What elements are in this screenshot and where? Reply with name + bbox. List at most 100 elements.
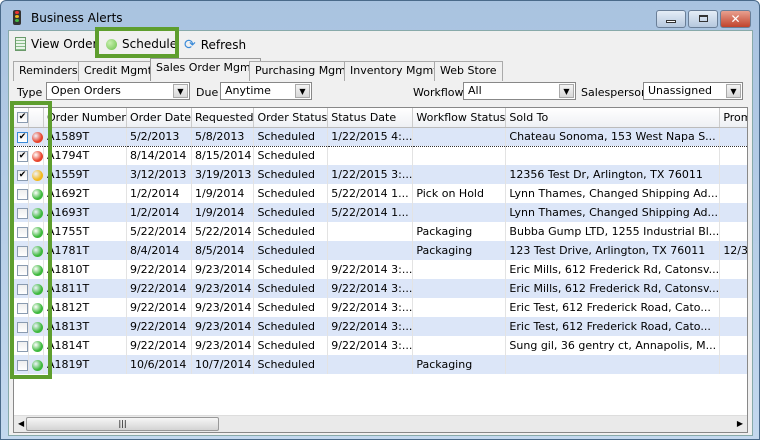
cell-status-date [327,146,414,165]
cell-status-date: 9/22/2014 3:... [327,317,414,336]
cell-sold-to: Bubba Gump LTD, 1255 Industrial Bl... [505,222,721,241]
refresh-button[interactable]: ⟳ Refresh [184,37,246,53]
cell-order-status: Scheduled [253,146,329,165]
cell-requested: 9/23/2014 [191,279,255,298]
salesperson-label: Salesperson [581,86,648,99]
tab-sales-order-mgmt[interactable]: Sales Order Mgmt [150,58,262,81]
cell-order-date: 10/6/2014 [126,355,193,374]
cell-order-date: 9/22/2014 [126,298,193,317]
cell-requested: 1/9/2014 [191,184,255,203]
column-header[interactable]: Sold To [505,108,721,128]
cell-order-date: 9/22/2014 [126,317,193,336]
cell-workflow-status: Packaging [412,222,507,241]
orders-table: ✔ Order Number Order Date Requested Order St… [14,108,747,374]
close-button[interactable]: ✕ [720,10,751,28]
cell-order-date: 5/22/2014 [126,222,193,241]
table-row[interactable]: A1781T 8/4/2014 8/5/2014 Scheduled Packaging… [14,241,747,260]
cell-order-number: A1810T [43,260,127,279]
due-select[interactable]: Anytime ▼ [220,82,312,100]
cell-order-status: Scheduled [253,203,329,222]
cell-order-date: 9/22/2014 [126,336,193,355]
cell-status-date: 9/22/2014 3:... [327,336,414,355]
cell-order-number: A1794T [43,146,127,165]
cell-prom [719,336,747,355]
tab-inventory-mgmt[interactable]: Inventory Mgmt [344,61,444,81]
cell-sold-to [505,355,721,374]
cell-order-status: Scheduled [253,222,329,241]
table-row[interactable]: A1755T 5/22/2014 5/22/2014 Scheduled Packagi… [14,222,747,241]
table-row[interactable]: ✔ A1559T 3/12/2013 3/19/2013 Scheduled 1/22/2… [14,165,747,184]
traffic-light-icon [13,10,21,25]
cell-order-date: 9/22/2014 [126,260,193,279]
salesperson-select[interactable]: Unassigned ▼ [643,82,743,100]
cell-status-date: 9/22/2014 3:... [327,298,414,317]
minimize-button[interactable] [656,10,686,28]
cell-status-date [327,355,414,374]
tab-purchasing-mgmt[interactable]: Purchasing Mgmt [249,61,357,81]
column-header[interactable]: Order Date [126,108,193,128]
cell-requested: 9/23/2014 [191,336,255,355]
table-row[interactable]: A1819T 10/6/2014 10/7/2014 Scheduled Packagi… [14,355,747,374]
table-row[interactable]: A1813T 9/22/2014 9/23/2014 Scheduled 9/22/20… [14,317,747,336]
column-header[interactable]: Order Number [43,108,127,128]
column-header[interactable]: Order Status [253,108,329,128]
cell-prom [719,279,747,298]
workflow-select[interactable]: All ▼ [463,82,576,100]
cell-requested: 8/5/2014 [191,241,255,260]
scroll-right-icon[interactable]: ▶ [737,419,743,428]
cell-prom: 12/3 [719,241,747,260]
cell-order-number: A1755T [43,222,127,241]
cell-order-status: Scheduled [253,279,329,298]
type-select[interactable]: Open Orders ▼ [46,82,190,100]
cell-order-date: 9/22/2014 [126,279,193,298]
scroll-left-icon[interactable]: ◀ [18,419,24,428]
table-row[interactable]: A1810T 9/22/2014 9/23/2014 Scheduled 9/22/20… [14,260,747,279]
cell-sold-to: Chateau Sonoma, 153 West Napa S... [505,126,721,147]
cell-order-number: A1559T [43,165,127,184]
cell-order-number: A1781T [43,241,127,260]
cell-workflow-status [412,203,507,222]
cell-prom [719,317,747,336]
cell-sold-to: Sung gil, 36 gentry ct, Annapolis, M... [505,336,721,355]
cell-order-number: A1812T [43,298,127,317]
tab-reminders[interactable]: Reminders [13,61,84,81]
cell-order-status: Scheduled [253,241,329,260]
table-row[interactable]: A1693T 1/2/2014 1/9/2014 Scheduled 5/22/2014… [14,203,747,222]
cell-order-date: 1/2/2014 [126,203,193,222]
scrollbar-thumb[interactable]: ||| [26,417,219,431]
table-row[interactable]: A1692T 1/2/2014 1/9/2014 Scheduled 5/22/2014… [14,184,747,203]
tab-credit-mgmt[interactable]: Credit Mgmt [78,61,159,81]
table-row[interactable]: A1814T 9/22/2014 9/23/2014 Scheduled 9/22/20… [14,336,747,355]
cell-sold-to [505,146,721,165]
cell-workflow-status [412,126,507,147]
maximize-button[interactable] [688,10,718,28]
cell-order-number: A1814T [43,336,127,355]
cell-requested: 9/23/2014 [191,260,255,279]
cell-order-number: A1819T [43,355,127,374]
cell-sold-to: Eric Mills, 612 Frederick Rd, Catonsv... [505,260,721,279]
view-order-button[interactable]: View Order [15,37,97,51]
column-header[interactable]: Requested [191,108,255,128]
tab-web-store[interactable]: Web Store [434,61,503,81]
horizontal-scrollbar[interactable]: ◀ ||| ▶ [14,415,747,432]
cell-order-number: A1692T [43,184,127,203]
column-header[interactable]: Workflow Status [412,108,507,128]
cell-workflow-status: Packaging [412,355,507,374]
table-row[interactable]: A1812T 9/22/2014 9/23/2014 Scheduled 9/22/20… [14,298,747,317]
cell-prom [719,184,747,203]
column-header[interactable]: Prom [719,108,747,128]
table-row[interactable]: A1811T 9/22/2014 9/23/2014 Scheduled 9/22/20… [14,279,747,298]
chevron-down-icon: ▼ [726,84,741,98]
cell-order-date: 8/4/2014 [126,241,193,260]
cell-sold-to: Eric Mills, 612 Frederick Rd, Catonsv... [505,279,721,298]
column-header[interactable]: Status Date [327,108,414,128]
table-row[interactable]: ✔ A1589T 5/2/2013 5/8/2013 Scheduled 1/22/201… [14,126,747,147]
cell-order-number: A1693T [43,203,127,222]
document-icon [15,37,26,51]
cell-prom [719,355,747,374]
cell-requested: 9/23/2014 [191,317,255,336]
table-row[interactable]: ✔ A1794T 8/14/2014 8/15/2014 Scheduled [14,146,747,165]
cell-status-date: 9/22/2014 3:... [327,260,414,279]
cell-workflow-status [412,165,507,184]
cell-status-date: 5/22/2014 1... [327,203,414,222]
